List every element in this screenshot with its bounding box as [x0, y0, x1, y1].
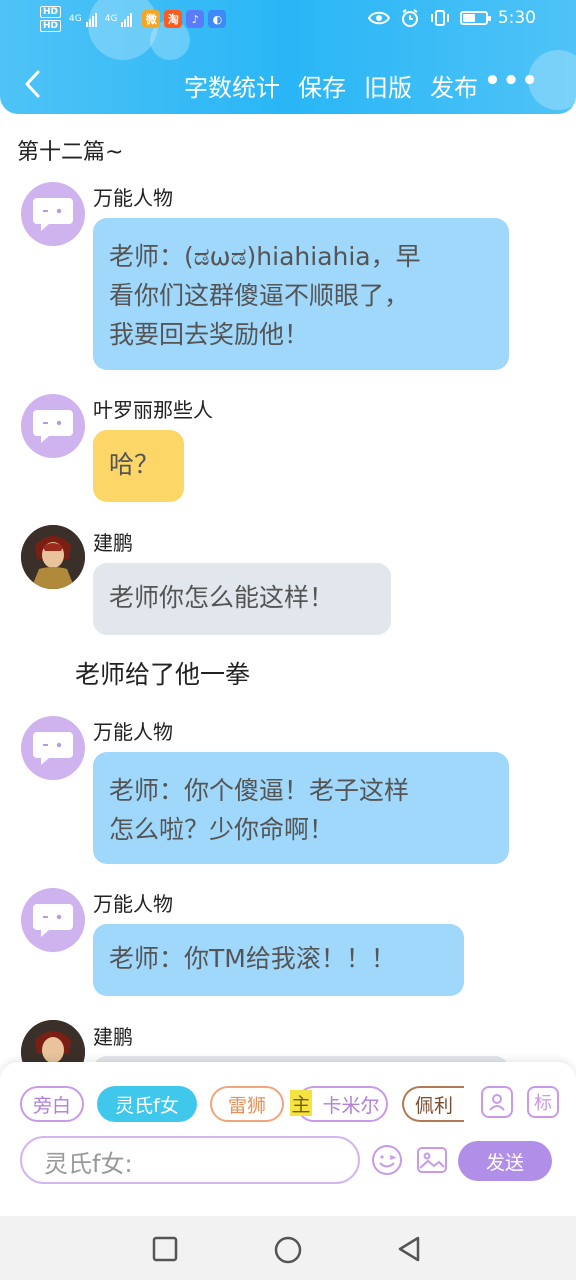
image-icon[interactable] — [416, 1144, 448, 1176]
message-bubble[interactable]: 老师你怎么能这样！ — [93, 563, 391, 635]
speaker-name: 建鹏 — [93, 1025, 133, 1049]
message-input[interactable]: 灵氏f女: — [20, 1136, 360, 1184]
role-chip[interactable]: 佩利 — [402, 1086, 464, 1122]
chat-bubble-avatar[interactable] — [21, 888, 85, 952]
speaker-name: 叶罗丽那些人 — [93, 398, 213, 422]
word-count-button[interactable]: 字数统计 — [184, 68, 280, 103]
speaker-name: 万能人物 — [93, 892, 173, 916]
message-bubble[interactable]: 老师：你TM给我滚！！！ — [93, 924, 464, 996]
old-version-button[interactable]: 旧版 — [364, 68, 412, 103]
send-button[interactable]: 发送 — [458, 1141, 552, 1181]
speaker-name: 万能人物 — [93, 186, 173, 210]
publish-button[interactable]: 发布 — [430, 68, 478, 103]
chat-bubble-icon — [33, 732, 73, 765]
emoji-icon[interactable] — [370, 1143, 404, 1177]
message-line: 老师：(ಡωಡ)hiahiahia，早 — [109, 242, 421, 271]
narration-text[interactable]: 老师给了他一拳 — [75, 655, 250, 691]
alarm-icon — [401, 9, 418, 27]
hd-badge: HD — [40, 20, 62, 32]
weibo-icon: 微 — [142, 10, 161, 28]
battery-icon — [459, 11, 491, 25]
signal-icon — [85, 11, 97, 27]
character-avatar[interactable] — [21, 525, 85, 589]
back-icon[interactable] — [396, 1236, 422, 1262]
eye-icon — [367, 11, 390, 25]
message-line: 我要回去奖励他！ — [109, 320, 310, 349]
message-bubble[interactable]: 哈？ — [93, 430, 184, 502]
message-text: 老师你怎么能这样！ — [109, 583, 335, 612]
message-text: 哈？ — [109, 450, 160, 479]
system-nav-bar — [0, 1216, 576, 1280]
chat-bubble-icon — [33, 410, 73, 443]
more-icon[interactable]: ••• — [484, 66, 540, 96]
network-type: 4G — [69, 13, 82, 24]
save-button[interactable]: 保存 — [298, 68, 346, 103]
main-role-badge: 主 — [290, 1090, 312, 1116]
role-chip-selected[interactable]: 灵氏f女 — [97, 1086, 197, 1122]
chapter-title: 第十二篇~ — [17, 140, 124, 165]
message-line: 怎么啦？少你命啊！ — [109, 815, 335, 844]
role-chip-label: 佩利 — [414, 1094, 453, 1117]
person-glyph — [489, 1094, 505, 1111]
vibrate-icon — [430, 10, 449, 26]
message-line: 看你们这群傻逼不顺眼了， — [109, 281, 410, 310]
character-portrait — [21, 525, 85, 589]
home-icon[interactable] — [273, 1235, 303, 1265]
person-icon[interactable] — [481, 1086, 513, 1118]
role-chip-narrator[interactable]: 旁白 — [20, 1086, 84, 1122]
message-line: 老师：你个傻逼！老子这样 — [109, 776, 410, 805]
clock: 5:30 — [497, 8, 536, 28]
speaker-name: 建鹏 — [93, 531, 133, 555]
message-bubble[interactable]: 老师：你个傻逼！老子这样 怎么啦？少你命啊！ — [93, 752, 509, 864]
signal-icon — [121, 11, 133, 27]
chat-bubble-icon — [33, 904, 73, 937]
status-bar: HD HD 4G 4G 微 淘 ♪ ◐ 5:30 — [0, 0, 576, 40]
chevron-left-icon[interactable] — [18, 66, 48, 102]
message-text: 老师：你TM给我滚！！！ — [109, 944, 396, 973]
top-header: HD HD 4G 4G 微 淘 ♪ ◐ 5:30 字数统计 保存 旧版 发布 •… — [0, 0, 576, 114]
chat-bubble-avatar[interactable] — [21, 182, 85, 246]
nav-bar: 字数统计 保存 旧版 发布 ••• — [0, 56, 576, 112]
chat-bubble-icon — [33, 198, 73, 231]
taobao-icon: 淘 — [164, 10, 183, 28]
chat-bubble-avatar[interactable] — [21, 394, 85, 458]
chat-bubble-avatar[interactable] — [21, 716, 85, 780]
music-icon: ♪ — [186, 10, 205, 28]
hd-badge: HD — [40, 6, 62, 18]
recent-apps-icon[interactable] — [152, 1236, 178, 1262]
role-chip[interactable]: 雷狮 — [210, 1086, 284, 1122]
speaker-name: 万能人物 — [93, 720, 173, 744]
network-type: 4G — [104, 13, 118, 24]
input-placeholder: 灵氏f女: — [44, 1150, 133, 1178]
tag-button[interactable]: 标 — [527, 1086, 559, 1118]
browser-icon: ◐ — [208, 10, 227, 28]
message-bubble[interactable]: 老师：(ಡωಡ)hiahiahia，早 看你们这群傻逼不顺眼了， 我要回去奖励他… — [93, 218, 509, 370]
